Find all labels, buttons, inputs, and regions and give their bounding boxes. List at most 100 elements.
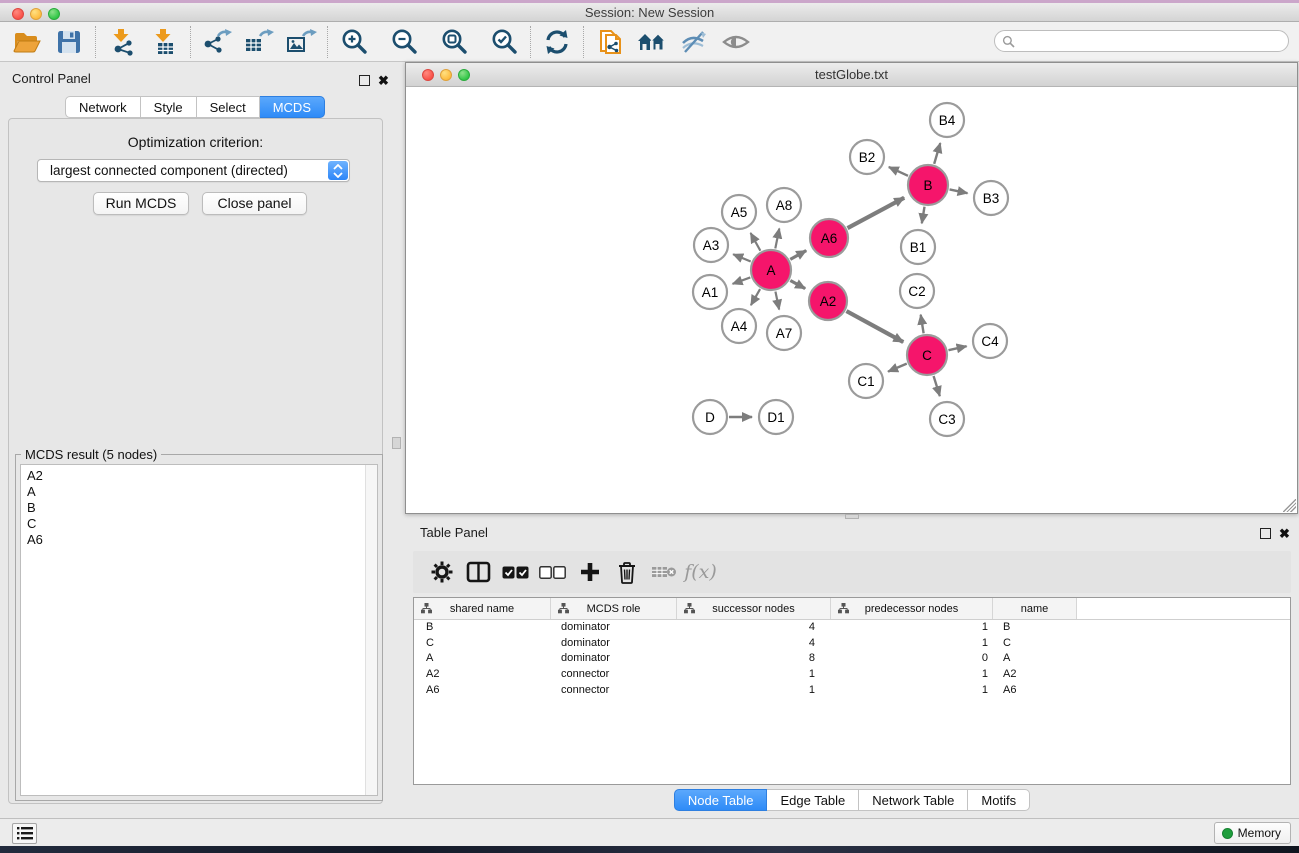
zoom-in-icon[interactable]: [337, 27, 371, 57]
cell[interactable]: A6: [414, 683, 551, 699]
table-row[interactable]: Cdominator41C: [414, 636, 1290, 652]
cell[interactable]: A: [993, 651, 1077, 667]
edge-A-A5[interactable]: [751, 233, 761, 251]
toggle-details-icon[interactable]: [677, 27, 711, 57]
panel-divider-handle[interactable]: [392, 437, 401, 449]
column-header-MCDS-role[interactable]: MCDS role: [551, 598, 677, 619]
add-column-icon[interactable]: [571, 557, 608, 587]
cell[interactable]: A: [414, 651, 551, 667]
cell[interactable]: 1: [677, 667, 831, 683]
mcds-result-item[interactable]: A2: [21, 468, 377, 484]
network-window-titlebar[interactable]: testGlobe.txt: [406, 63, 1297, 87]
node-B4[interactable]: B4: [930, 103, 964, 137]
import-table-icon[interactable]: [147, 27, 181, 57]
show-details-eye-icon[interactable]: [719, 27, 753, 57]
edge-B-B2[interactable]: [889, 167, 908, 176]
node-A5[interactable]: A5: [722, 195, 756, 229]
close-table-panel-icon[interactable]: ✖: [1279, 525, 1290, 543]
edge-A-A4[interactable]: [751, 289, 760, 305]
table-row[interactable]: A6connector11A6: [414, 683, 1290, 699]
cell[interactable]: C: [414, 636, 551, 652]
edge-C-C3[interactable]: [934, 376, 940, 396]
tab-style[interactable]: Style: [141, 96, 197, 118]
save-session-icon[interactable]: [52, 27, 86, 57]
cell[interactable]: 0: [831, 651, 993, 667]
cell[interactable]: connector: [551, 667, 677, 683]
edge-A-A6[interactable]: [790, 251, 806, 260]
import-network-icon[interactable]: [105, 27, 139, 57]
cell[interactable]: 1: [831, 683, 993, 699]
close-panel-icon[interactable]: ✖: [378, 72, 389, 90]
zoom-out-icon[interactable]: [387, 27, 421, 57]
edge-A-A1[interactable]: [733, 277, 751, 283]
scrollbar-track[interactable]: [365, 465, 377, 795]
float-panel-icon[interactable]: [359, 73, 370, 91]
node-D[interactable]: D: [693, 400, 727, 434]
tab-network[interactable]: Network: [65, 96, 141, 118]
node-C2[interactable]: C2: [900, 274, 934, 308]
edge-C-C1[interactable]: [888, 364, 907, 372]
cell[interactable]: dominator: [551, 651, 677, 667]
tab-mcds[interactable]: MCDS: [260, 96, 325, 118]
cell[interactable]: B: [993, 620, 1077, 636]
node-A6[interactable]: A6: [810, 219, 848, 257]
network-overview-houses-icon[interactable]: [635, 27, 669, 57]
mcds-result-item[interactable]: B: [21, 500, 377, 516]
node-B2[interactable]: B2: [850, 140, 884, 174]
node-C[interactable]: C: [907, 335, 947, 375]
cell[interactable]: 4: [677, 636, 831, 652]
node-A[interactable]: A: [751, 250, 791, 290]
mcds-result-item[interactable]: A: [21, 484, 377, 500]
column-header-predecessor-nodes[interactable]: predecessor nodes: [831, 598, 993, 619]
node-A7[interactable]: A7: [767, 316, 801, 350]
cell[interactable]: 1: [831, 620, 993, 636]
float-table-panel-icon[interactable]: [1260, 526, 1271, 544]
zoom-fit-icon[interactable]: [437, 27, 471, 57]
open-session-icon[interactable]: [10, 27, 44, 57]
edge-B-B1[interactable]: [922, 207, 925, 224]
delete-table-icon[interactable]: [645, 557, 682, 587]
edge-A6-B[interactable]: [848, 198, 905, 228]
node-B1[interactable]: B1: [901, 230, 935, 264]
edge-B-B4[interactable]: [934, 143, 940, 164]
node-A8[interactable]: A8: [767, 188, 801, 222]
select-all-icon[interactable]: [497, 557, 534, 587]
close-panel-button[interactable]: Close panel: [202, 192, 307, 215]
cell[interactable]: dominator: [551, 636, 677, 652]
column-view-icon[interactable]: [460, 557, 497, 587]
tab-motifs[interactable]: Motifs: [968, 789, 1030, 811]
cell[interactable]: A2: [414, 667, 551, 683]
table-row[interactable]: A2connector11A2: [414, 667, 1290, 683]
edge-B-B3[interactable]: [950, 189, 968, 193]
node-C1[interactable]: C1: [849, 364, 883, 398]
cell[interactable]: connector: [551, 683, 677, 699]
node-A4[interactable]: A4: [722, 309, 756, 343]
delete-column-icon[interactable]: [608, 557, 645, 587]
memory-button[interactable]: Memory: [1214, 822, 1291, 844]
tab-select[interactable]: Select: [197, 96, 260, 118]
edge-A2-C[interactable]: [846, 311, 903, 342]
cell[interactable]: A6: [993, 683, 1077, 699]
node-A3[interactable]: A3: [694, 228, 728, 262]
network-canvas[interactable]: B4B2BB3B1A5A8A6A3AA1C2A4A7A2C4CC1C3DD1: [406, 87, 1297, 513]
edge-A-A7[interactable]: [775, 292, 779, 310]
cell[interactable]: A2: [993, 667, 1077, 683]
cell[interactable]: 1: [677, 683, 831, 699]
column-header-shared-name[interactable]: shared name: [414, 598, 551, 619]
column-header-name[interactable]: name: [993, 598, 1077, 619]
node-A2[interactable]: A2: [809, 282, 847, 320]
zoom-selected-icon[interactable]: [487, 27, 521, 57]
node-B[interactable]: B: [908, 165, 948, 205]
tab-edge-table[interactable]: Edge Table: [767, 789, 859, 811]
task-history-button[interactable]: [12, 823, 37, 844]
tab-node-table[interactable]: Node Table: [674, 789, 768, 811]
export-image-icon[interactable]: [284, 27, 318, 57]
cell[interactable]: 1: [831, 636, 993, 652]
deselect-all-icon[interactable]: [534, 557, 571, 587]
node-A1[interactable]: A1: [693, 275, 727, 309]
export-table-icon[interactable]: [242, 27, 276, 57]
refresh-icon[interactable]: [540, 27, 574, 57]
criterion-dropdown[interactable]: largest connected component (directed): [37, 159, 350, 182]
node-D1[interactable]: D1: [759, 400, 793, 434]
cell[interactable]: 4: [677, 620, 831, 636]
